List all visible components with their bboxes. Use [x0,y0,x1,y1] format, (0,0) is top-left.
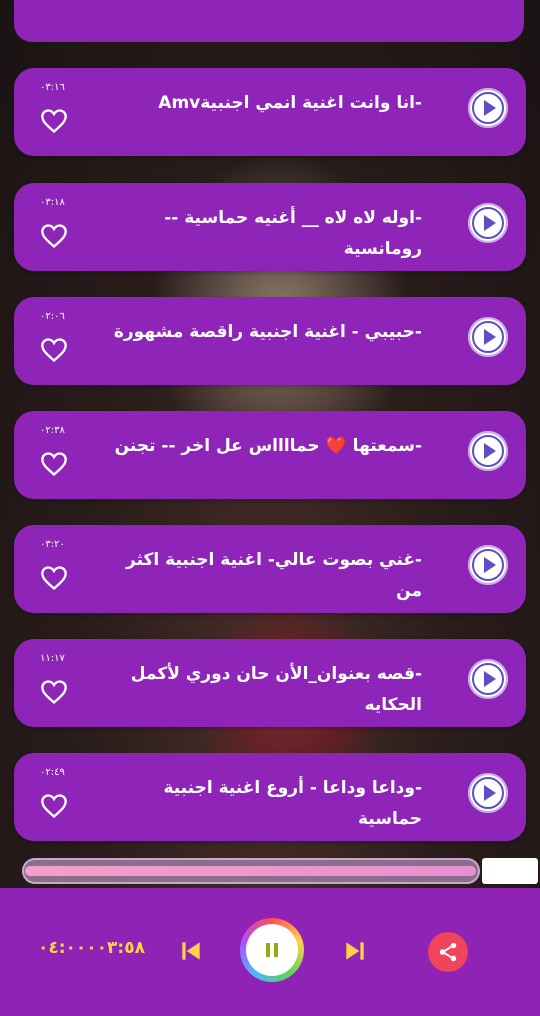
heart-outline-icon[interactable] [40,679,68,705]
play-ring [472,663,504,695]
song-title: -اوله لاه لاه __ أغنيه حماسية -- رومانسي… [164,208,422,259]
play-button[interactable] [468,88,508,128]
seek-bar-handle[interactable] [482,858,538,884]
song-title: -انا وانت اغنية انمي اجنبيةAmv [158,93,422,113]
share-icon [439,942,457,962]
pause-icon [266,943,278,957]
song-card[interactable]: -سمعتها ❤️ حمااااس عل اخر -- تجنن ٠٢:٣٨ [14,411,526,499]
song-title: -سمعتها ❤️ حمااااس عل اخر -- تجنن [114,436,422,456]
play-ring [472,321,504,353]
song-duration: ٠٣:٢٠ [40,539,65,550]
song-card[interactable]: -اوله لاه لاه __ أغنيه حماسية -- رومانسي… [14,183,526,271]
song-duration: ١١:١٧ [40,653,65,664]
play-ring [472,207,504,239]
heart-outline-icon[interactable] [40,793,68,819]
song-card[interactable]: -انا وانت اغنية انمي اجنبيةAmv ٠٣:١٦ [14,68,526,156]
play-ring [472,92,504,124]
song-duration: ٠٣:١٦ [40,82,65,93]
song-card[interactable]: -حبيبي - اغنية اجنبية راقصة مشهورة ٠٢:٠٦ [14,297,526,385]
player-controls-bar: ٠٤:٠٠٠٠٣:٥٨ [0,888,540,1016]
play-button[interactable] [468,317,508,357]
song-card[interactable]: -وداعا وداعا - أروع اغنية اجنبية حماسية … [14,753,526,841]
heart-outline-icon[interactable] [40,565,68,591]
play-button[interactable] [468,773,508,813]
pause-button-inner [246,924,298,976]
play-button[interactable] [468,203,508,243]
song-title: -حبيبي - اغنية اجنبية راقصة مشهورة [113,322,422,342]
play-ring [472,777,504,809]
song-title: -قصه بعنوان_الأن حان دوري لأكمل الحكايه [130,664,422,715]
heart-outline-icon[interactable] [40,223,68,249]
song-title: -غني بصوت عالي- اغنية اجنبية اكثر من [126,550,422,601]
heart-outline-icon[interactable] [40,108,68,134]
play-button[interactable] [468,545,508,585]
play-button[interactable] [468,659,508,699]
skip-previous-icon[interactable] [178,938,204,964]
seek-bar-fill [25,866,476,876]
song-duration: ٠٣:١٨ [40,197,65,208]
seek-bar[interactable] [22,858,480,884]
pause-button[interactable] [240,918,304,982]
play-ring [472,435,504,467]
heart-outline-icon[interactable] [40,337,68,363]
skip-next-icon[interactable] [342,938,368,964]
song-duration: ٠٢:٠٦ [40,311,65,322]
song-title: -وداعا وداعا - أروع اغنية اجنبية حماسية [163,778,422,829]
play-ring [472,549,504,581]
song-card[interactable]: -غني بصوت عالي- اغنية اجنبية اكثر من ٠٣:… [14,525,526,613]
play-button[interactable] [468,431,508,471]
share-button[interactable] [428,932,468,972]
song-duration: ٠٢:٣٨ [40,425,65,436]
song-card-partial[interactable] [14,0,524,42]
song-duration: ٠٢:٤٩ [40,767,65,778]
heart-outline-icon[interactable] [40,451,68,477]
song-card[interactable]: -قصه بعنوان_الأن حان دوري لأكمل الحكايه … [14,639,526,727]
playback-time: ٠٤:٠٠٠٠٣:٥٨ [38,938,145,958]
